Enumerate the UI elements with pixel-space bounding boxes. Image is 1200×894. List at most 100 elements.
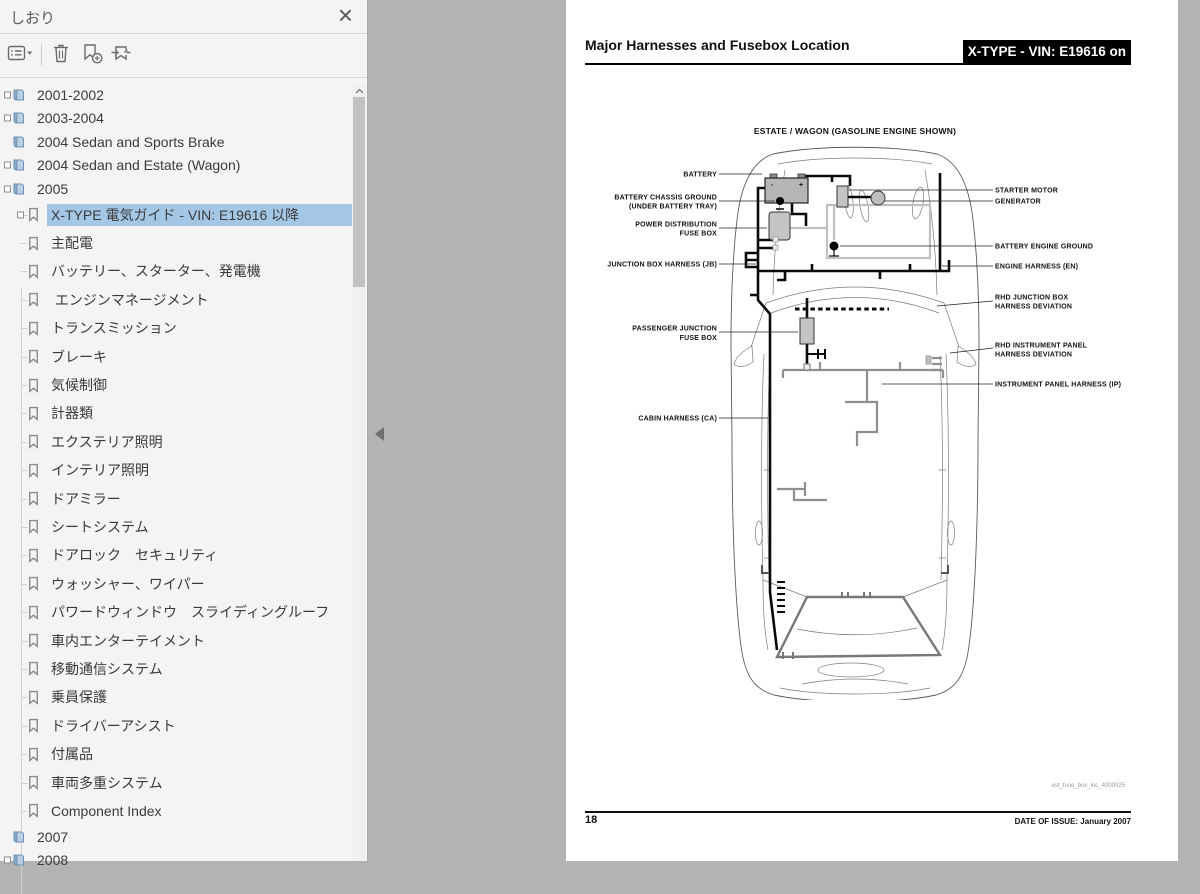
scroll-up-arrow-icon[interactable]: [352, 85, 366, 97]
bookmark-item[interactable]: 主配電: [0, 229, 352, 257]
expand-box-icon[interactable]: [4, 162, 11, 169]
expand-box-icon[interactable]: [4, 857, 11, 864]
bookmark-flag-icon: [27, 775, 40, 790]
bookmark-item[interactable]: 車両多重システム: [0, 768, 352, 796]
panel-scrollbar[interactable]: [352, 83, 366, 861]
bookmark-item[interactable]: 2003-2004: [0, 107, 352, 131]
close-icon[interactable]: ×: [338, 0, 353, 30]
page-number: 18: [585, 814, 597, 826]
bookmark-label: Component Index: [47, 800, 352, 822]
bookmark-label: 付属品: [47, 743, 352, 765]
bookmark-flag-icon: [27, 747, 40, 762]
bookmark-item[interactable]: 気候制御: [0, 371, 352, 399]
bookmark-flag-icon: [27, 349, 40, 364]
bookmark-flag-icon: [27, 406, 40, 421]
label-cabin-harness: CABIN HARNESS (CA): [638, 416, 717, 423]
bookmark-label: ドライバーアシスト: [47, 715, 352, 737]
bookmark-label: トランスミッション: [47, 317, 352, 339]
bookmark-item[interactable]: ドアミラー: [0, 484, 352, 512]
bookmark-flag-icon: [27, 519, 40, 534]
expand-box-icon[interactable]: [4, 185, 11, 192]
bookmark-item[interactable]: 車内エンターテイメント: [0, 626, 352, 654]
bookmark-label: 2008: [33, 849, 352, 871]
label-starter-motor: STARTER MOTOR: [995, 188, 1058, 195]
bookmark-label: 2001-2002: [33, 84, 352, 106]
bookmark-item[interactable]: パワードウィンドウ スライディングルーフ: [0, 598, 352, 626]
label-battery: BATTERY: [683, 172, 717, 179]
engine-ground-point: [830, 242, 839, 251]
battery-plus-mark: +: [799, 182, 803, 189]
bookmark-item[interactable]: エクステリア照明: [0, 428, 352, 456]
bookmark-item[interactable]: Component Index: [0, 797, 352, 825]
bookmark-item[interactable]: 2008: [0, 849, 352, 873]
bookmark-label: エンジンマネージメント: [47, 289, 352, 311]
bookmark-label: 2003-2004: [33, 107, 352, 129]
bookmark-flag-icon: [27, 803, 40, 818]
bookmarks-panel-title: しおり: [10, 7, 55, 28]
bookmark-item[interactable]: X-TYPE 電気ガイド - VIN: E19616 以降: [0, 201, 352, 229]
bookmarks-toolbar: [0, 34, 367, 78]
bookmark-item[interactable]: ドライバーアシスト: [0, 712, 352, 740]
delete-bookmark-button[interactable]: [48, 43, 74, 67]
book-icon: [12, 135, 26, 149]
bookmark-item[interactable]: ドアロック セキュリティ: [0, 541, 352, 569]
bookmark-item[interactable]: エンジンマネージメント: [0, 286, 352, 314]
page-title: Major Harnesses and Fusebox Location: [585, 37, 850, 53]
bookmark-label: 車両多重システム: [47, 772, 352, 794]
bookmark-item[interactable]: バッテリー、スターター、発電機: [0, 257, 352, 285]
bookmark-item[interactable]: 計器類: [0, 399, 352, 427]
panel-collapse-handle-icon[interactable]: [375, 427, 384, 441]
power-distribution-fusebox-component: [769, 212, 790, 240]
bookmark-item[interactable]: 移動通信システム: [0, 655, 352, 683]
label-generator: GENERATOR: [995, 199, 1041, 206]
date-of-issue: DATE OF ISSUE: January 2007: [1015, 817, 1131, 826]
bookmark-item[interactable]: インテリア照明: [0, 456, 352, 484]
expand-box-icon[interactable]: [4, 115, 11, 122]
bookmark-flag-icon: [27, 718, 40, 733]
label-rhd-junction-box-2: HARNESS DEVIATION: [995, 304, 1072, 311]
bookmark-item[interactable]: 2004 Sedan and Estate (Wagon): [0, 154, 352, 178]
harness-light-gray: [790, 205, 930, 258]
toolbar-separator: [41, 44, 42, 66]
bookmark-flag-icon: [27, 690, 40, 705]
document-reference: est_fuse_box_loc_4000025: [1052, 783, 1125, 789]
bookmark-label: 車内エンターテイメント: [47, 630, 352, 652]
label-instrument-panel-harness: INSTRUMENT PANEL HARNESS (IP): [995, 382, 1121, 389]
header-rule: [585, 63, 1131, 65]
bookmark-item[interactable]: 2001-2002: [0, 83, 352, 107]
bookmarks-list: 2001-20022003-20042004 Sedan and Sports …: [0, 83, 352, 872]
bookmark-item[interactable]: ウォッシャー、ワイパー: [0, 570, 352, 598]
panel-scrollbar-thumb[interactable]: [353, 97, 365, 287]
bookmark-label: パワードウィンドウ スライディングルーフ: [47, 601, 352, 623]
bookmark-flag-icon: [27, 548, 40, 563]
bookmark-options-button[interactable]: [7, 43, 33, 67]
bookmark-label: X-TYPE 電気ガイド - VIN: E19616 以降: [47, 204, 352, 226]
bookmark-item[interactable]: トランスミッション: [0, 314, 352, 342]
expand-bookmark-button[interactable]: [108, 43, 134, 67]
expand-box-icon[interactable]: [17, 211, 24, 218]
diagram-subtitle: ESTATE / WAGON (GASOLINE ENGINE SHOWN): [585, 126, 1125, 136]
book-icon: [12, 830, 26, 844]
harness-gray: [777, 358, 943, 500]
bookmark-flag-icon: [27, 321, 40, 336]
generator-component: [871, 191, 885, 205]
label-power-distribution: POWER DISTRIBUTION: [635, 222, 717, 229]
bookmark-item[interactable]: ブレーキ: [0, 342, 352, 370]
bookmark-item[interactable]: シートシステム: [0, 513, 352, 541]
bookmark-item[interactable]: 乗員保護: [0, 683, 352, 711]
options-list-icon: [7, 43, 33, 68]
starter-motor-component: [837, 186, 848, 207]
new-bookmark-button[interactable]: [79, 43, 105, 67]
bookmark-item[interactable]: 2007: [0, 825, 352, 849]
bookmark-label: 2004 Sedan and Estate (Wagon): [33, 154, 352, 176]
bookmark-label: 移動通信システム: [47, 658, 352, 680]
bookmark-item[interactable]: 2005: [0, 177, 352, 201]
bookmark-item[interactable]: 2004 Sedan and Sports Brake: [0, 130, 352, 154]
label-battery-chassis-ground-2: (UNDER BATTERY TRAY): [629, 204, 717, 211]
harness-rear: [777, 592, 940, 659]
pdf-page: Major Harnesses and Fusebox Location X-T…: [566, 0, 1178, 861]
harness-black: [746, 173, 949, 650]
bookmark-item[interactable]: 付属品: [0, 740, 352, 768]
expand-box-icon[interactable]: [4, 91, 11, 98]
label-rhd-instrument-panel: RHD INSTRUMENT PANEL: [995, 343, 1088, 350]
